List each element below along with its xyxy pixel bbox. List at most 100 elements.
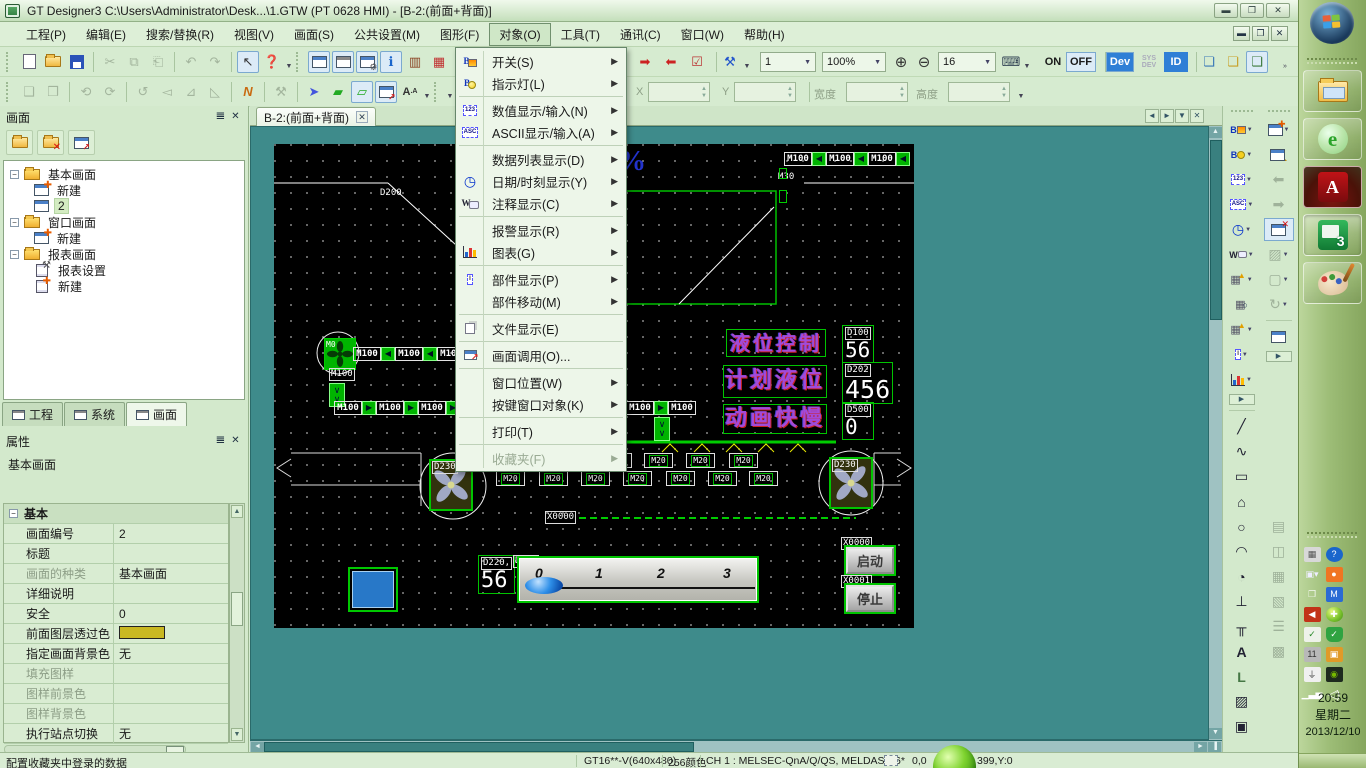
- new-screen-tool-icon[interactable]: ✚▼: [1264, 118, 1294, 141]
- tab-project[interactable]: 工程: [2, 402, 63, 426]
- help-icon[interactable]: ❓: [261, 51, 283, 73]
- taskbar-acrobat-button[interactable]: A: [1303, 166, 1362, 208]
- font-icon[interactable]: A.A: [399, 81, 421, 103]
- scrollbar-thumb[interactable]: [264, 742, 694, 752]
- child-close-button[interactable]: ✕: [1271, 26, 1288, 41]
- numeric-display-d220[interactable]: D220, 56: [478, 555, 515, 594]
- menu-item-data-list[interactable]: 数据列表显示(D)▶: [456, 148, 626, 170]
- align-right-icon[interactable]: ⟳: [99, 81, 121, 103]
- numeric-tool-icon[interactable]: 123▼: [1227, 168, 1257, 191]
- menu-item-document-display[interactable]: 文件显示(E): [456, 317, 626, 339]
- direct-select-icon[interactable]: ➤: [303, 81, 325, 103]
- package-tray-icon[interactable]: ▣: [1326, 647, 1343, 662]
- menu-item-numeric-display[interactable]: 123数值显示/输入(N)▶: [456, 99, 626, 121]
- tab-close-all-icon[interactable]: ✕: [1190, 109, 1204, 123]
- blue-rect-object[interactable]: [348, 567, 398, 612]
- date-box-tray-icon[interactable]: 11: [1304, 647, 1321, 662]
- caption-level-control[interactable]: 液位控制: [726, 329, 826, 357]
- toolbar-expand-icon[interactable]: ▶: [1229, 394, 1255, 405]
- transparent-color-swatch[interactable]: [119, 626, 165, 639]
- misc-tool-icon[interactable]: ▩: [1264, 640, 1294, 663]
- m20-object[interactable]: M20: [708, 471, 737, 486]
- tree-item-new-report[interactable]: ✚新建: [4, 278, 244, 294]
- scale-tool-icon[interactable]: ⊥: [1227, 590, 1257, 613]
- menu-communication[interactable]: 通讯(C): [610, 23, 671, 46]
- audio-alert-tray-icon[interactable]: ◀: [1304, 607, 1321, 622]
- screen-property-icon[interactable]: ⚙: [356, 51, 378, 73]
- scroll-down-icon[interactable]: ▼: [1209, 728, 1222, 739]
- polyline-tool-icon[interactable]: ∿: [1227, 440, 1257, 463]
- menu-window[interactable]: 窗口(W): [671, 23, 734, 46]
- shield-tray-icon[interactable]: ✓: [1326, 627, 1343, 642]
- menu-screen[interactable]: 画面(S): [284, 23, 344, 46]
- conveyor-top[interactable]: M100◀ M100◀ M100◀: [784, 152, 910, 166]
- misc-tool-icon[interactable]: ▧: [1264, 590, 1294, 613]
- tab-list-icon[interactable]: ▼: [1175, 109, 1189, 123]
- tree-item-report-screens[interactable]: −报表画面: [4, 246, 244, 262]
- window-arrange-tray-icon[interactable]: ▣▾: [1304, 567, 1321, 582]
- logo-text-tool-icon[interactable]: L: [1227, 665, 1257, 688]
- menu-help[interactable]: 帮助(H): [734, 23, 795, 46]
- collapse-icon[interactable]: −: [10, 218, 19, 227]
- property-group[interactable]: −基本: [4, 504, 228, 524]
- taskbar-browser-button[interactable]: e: [1303, 118, 1362, 160]
- toolbar-expand-icon[interactable]: ▶: [1266, 351, 1292, 362]
- menu-item-lamp[interactable]: B指示灯(L)▶: [456, 72, 626, 94]
- rotate-right-icon[interactable]: ◺: [204, 81, 226, 103]
- device-label-m100[interactable]: M100: [329, 368, 355, 381]
- comment-list-icon[interactable]: ▥: [404, 51, 426, 73]
- forward-icon[interactable]: ➡: [1264, 193, 1294, 216]
- open-screen-icon[interactable]: [6, 130, 33, 155]
- device-label-d230[interactable]: D230: [832, 459, 858, 472]
- grid-dropdown-icon[interactable]: ▼: [1022, 51, 1032, 73]
- copy-icon[interactable]: ⧉: [123, 51, 145, 73]
- taskbar-paint-button[interactable]: [1303, 262, 1362, 304]
- m20-object[interactable]: M20: [623, 471, 652, 486]
- sysdev-button[interactable]: SYS DEV: [1136, 52, 1162, 72]
- device-button[interactable]: Dev: [1106, 52, 1134, 72]
- x-field[interactable]: ▲▼: [648, 82, 710, 102]
- back-icon[interactable]: ⬅: [1264, 168, 1294, 191]
- driver-tray-icon[interactable]: ●: [1326, 567, 1343, 582]
- m20-object[interactable]: M20: [686, 453, 715, 468]
- menu-item-window-position[interactable]: 窗口位置(W)▶: [456, 371, 626, 393]
- polygon-tool-icon[interactable]: ⌂: [1227, 490, 1257, 513]
- menu-item-graph[interactable]: 图表(G)▶: [456, 241, 626, 263]
- frame-select-icon[interactable]: ▱: [351, 81, 373, 103]
- verify-icon[interactable]: ☑: [686, 51, 708, 73]
- save-icon[interactable]: [66, 51, 88, 73]
- front-layer-icon[interactable]: ❏: [1198, 51, 1220, 73]
- menu-item-print[interactable]: 打印(T)▶: [456, 420, 626, 442]
- menu-common[interactable]: 公共设置(M): [344, 23, 430, 46]
- paste-icon[interactable]: ⎗: [147, 51, 169, 73]
- collapse-icon[interactable]: −: [9, 509, 18, 518]
- battery-tray-icon[interactable]: ✓: [1304, 627, 1321, 642]
- close-screen-tool-icon[interactable]: ✕: [1264, 218, 1294, 241]
- m20-object[interactable]: M20: [496, 471, 525, 486]
- toolbar-grip[interactable]: [434, 82, 440, 102]
- stop-button-object[interactable]: 停止: [846, 585, 894, 612]
- object-select-icon[interactable]: ▰: [327, 81, 349, 103]
- rotate-icon[interactable]: ↺: [132, 81, 154, 103]
- toolbar-more-icon[interactable]: »: [1280, 51, 1290, 73]
- child-restore-button[interactable]: ❐: [1252, 26, 1269, 41]
- menu-item-date-time[interactable]: ◷日期/时刻显示(Y)▶: [456, 170, 626, 192]
- id-button[interactable]: ID: [1164, 52, 1188, 72]
- power-plug-tray-icon[interactable]: ⏚: [1304, 667, 1321, 682]
- both-layer-icon[interactable]: ❏: [1246, 51, 1268, 73]
- close-button[interactable]: ✕: [1266, 3, 1290, 18]
- write-to-got-icon[interactable]: ➡: [634, 51, 656, 73]
- taskbar-gtdesigner-button[interactable]: 3: [1303, 214, 1362, 256]
- alarm-tool-icon[interactable]: ▦▲▼: [1227, 268, 1257, 291]
- tab-screen[interactable]: 画面: [126, 402, 187, 426]
- screen-jump-icon[interactable]: ↗: [68, 130, 95, 155]
- tab-close-icon[interactable]: ✕: [356, 111, 368, 123]
- lamp-tool-icon[interactable]: B▼: [1227, 143, 1257, 166]
- numeric-display-d202[interactable]: D202 456: [842, 362, 893, 404]
- parts-library-icon[interactable]: ▦: [428, 51, 450, 73]
- grid-display-icon[interactable]: ⌨: [1000, 51, 1022, 73]
- collapse-icon[interactable]: −: [10, 250, 19, 259]
- y-field[interactable]: ▲▼: [734, 82, 796, 102]
- menu-item-key-window-object[interactable]: 按键窗口对象(K)▶: [456, 393, 626, 415]
- tab-scroll-left-icon[interactable]: ◄: [1145, 109, 1159, 123]
